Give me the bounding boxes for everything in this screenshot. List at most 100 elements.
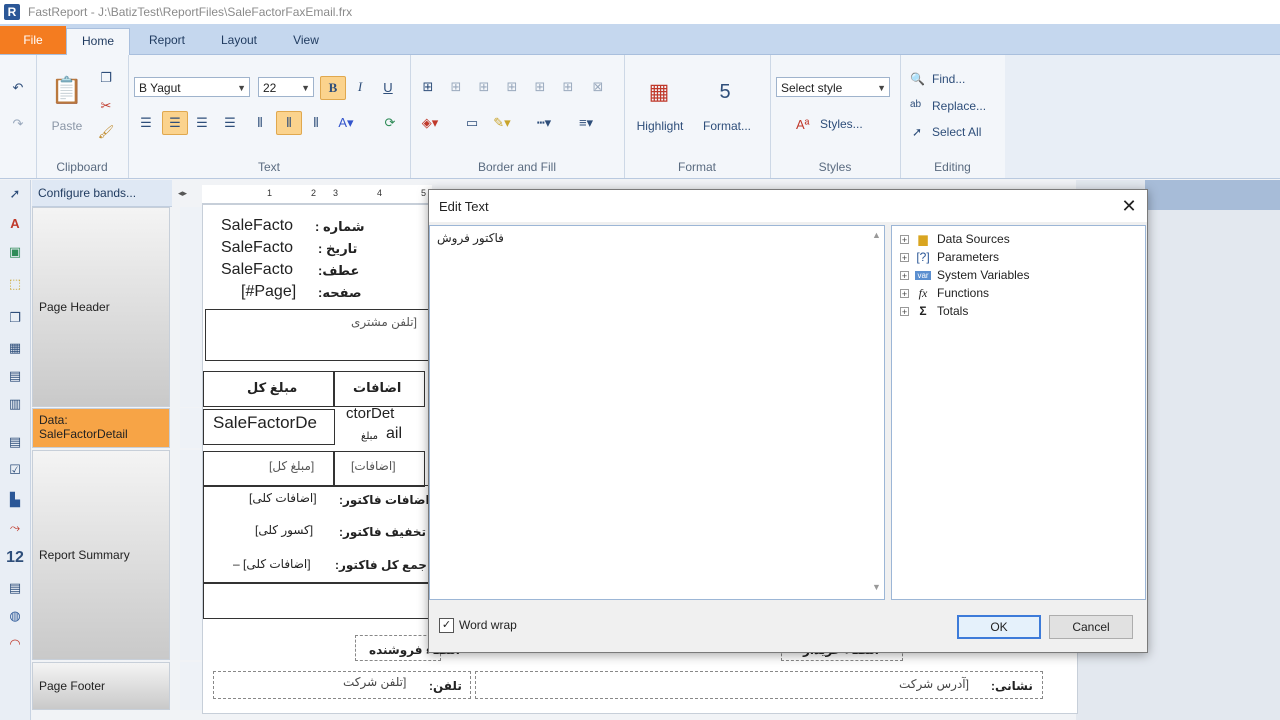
fill-color-icon[interactable]: ◈▾ xyxy=(418,112,442,134)
company-phone-field[interactable]: [تلفن شرکت xyxy=(343,675,406,689)
cancel-button[interactable]: Cancel xyxy=(1049,615,1133,639)
barcode-icon[interactable]: ▥ xyxy=(5,394,25,414)
underline-button[interactable]: U xyxy=(376,76,400,98)
text-rotation-icon[interactable]: ⟳ xyxy=(378,112,402,134)
align-right-icon[interactable]: ☰ xyxy=(190,112,214,134)
gauge-object-icon[interactable]: ◠ xyxy=(5,634,25,654)
tab-home[interactable]: Home xyxy=(66,28,130,56)
factor-total-value[interactable]: [اضافات کلی] – xyxy=(233,557,311,571)
data-field[interactable]: SaleFactorDe xyxy=(213,413,317,433)
tree-item-system-variables[interactable]: + var System Variables xyxy=(900,266,1029,284)
style-select[interactable]: Select style ▼ xyxy=(776,77,890,97)
find-icon[interactable]: 🔍 xyxy=(910,72,925,86)
bold-button[interactable]: B xyxy=(320,76,346,100)
company-address-field[interactable]: [آدرس شرکت xyxy=(899,677,969,691)
valign-top-icon[interactable]: ⫴ xyxy=(248,112,272,134)
data-field[interactable]: ctorDet xyxy=(346,405,394,422)
text-object-icon[interactable]: A xyxy=(5,214,25,234)
format-button[interactable]: Format... xyxy=(694,119,760,133)
close-icon[interactable]: ✕ xyxy=(1117,194,1141,218)
font-color-icon[interactable]: A▾ xyxy=(334,112,358,134)
border-top-icon[interactable]: ⊞ xyxy=(472,76,496,98)
band-page-footer[interactable]: Page Footer xyxy=(32,662,170,710)
checkbox-object-icon[interactable]: ☑ xyxy=(5,460,25,480)
select-all-button[interactable]: Select All xyxy=(932,125,981,139)
subreport-icon[interactable]: ❐ xyxy=(5,308,25,328)
align-center-icon[interactable]: ☰ xyxy=(162,111,188,135)
highlight-icon[interactable]: ▦ xyxy=(642,75,676,109)
border-right-icon[interactable]: ⊞ xyxy=(556,76,580,98)
copy-icon[interactable]: ❐ xyxy=(94,67,118,89)
cut-icon[interactable]: ✂ xyxy=(94,95,118,117)
rich-text-icon[interactable]: ▤ xyxy=(5,432,25,452)
border-bottom-icon[interactable]: ⊞ xyxy=(500,76,524,98)
editor-content[interactable]: فاکتور فروش xyxy=(437,231,504,245)
tree-item-parameters[interactable]: + [?] Parameters xyxy=(900,248,999,266)
border-left-icon[interactable]: ⊞ xyxy=(528,76,552,98)
header-value[interactable]: [#Page] xyxy=(241,283,296,301)
picture-object-icon[interactable]: ▣ xyxy=(5,242,25,262)
header-value[interactable]: SaleFacto xyxy=(221,239,293,257)
tab-report[interactable]: Report xyxy=(136,28,198,54)
font-name-select[interactable]: B Yagut ▼ xyxy=(134,77,250,97)
highlight-button[interactable]: Highlight xyxy=(628,119,692,133)
expand-icon[interactable]: + xyxy=(900,234,909,244)
border-props-icon[interactable]: ⊠ xyxy=(586,76,610,98)
align-left-icon[interactable]: ☰ xyxy=(134,112,158,134)
expand-icon[interactable]: + xyxy=(900,252,909,262)
undo-icon[interactable]: ↶ xyxy=(6,77,30,99)
data-field[interactable]: مبلغ xyxy=(361,431,378,442)
line-width-icon[interactable]: ≡▾ xyxy=(574,112,598,134)
tab-view[interactable]: View xyxy=(276,28,336,54)
table-object-icon[interactable]: ▦ xyxy=(5,338,25,358)
valign-middle-icon[interactable]: ⫴ xyxy=(276,111,302,135)
justify-icon[interactable]: ☰ xyxy=(218,112,242,134)
configure-bands-header[interactable]: Configure bands... xyxy=(32,180,172,207)
customer-phone-field[interactable]: [تلفن مشتری xyxy=(351,315,417,329)
editor-scrollbar[interactable]: ▲ ▼ xyxy=(870,228,884,597)
find-button[interactable]: Find... xyxy=(932,72,965,86)
factor-additions-value[interactable]: [اضافات کلی] xyxy=(249,491,317,505)
word-wrap-checkbox[interactable]: ✓ xyxy=(439,618,454,633)
tab-layout[interactable]: Layout xyxy=(208,28,270,54)
sum-additions-field[interactable]: [اضافات] xyxy=(351,459,396,473)
expand-icon[interactable]: + xyxy=(900,306,909,316)
word-wrap-label[interactable]: Word wrap xyxy=(459,618,517,632)
expand-icon[interactable]: + xyxy=(900,270,909,280)
paste-icon[interactable]: 📋 xyxy=(50,73,84,107)
border-none-icon[interactable]: ⊞ xyxy=(444,76,468,98)
data-field[interactable]: ail xyxy=(386,425,402,443)
expand-icon[interactable]: + xyxy=(900,288,909,298)
paste-button[interactable]: Paste xyxy=(44,119,90,133)
scroll-down-icon[interactable]: ▼ xyxy=(872,582,881,592)
ok-button[interactable]: OK xyxy=(957,615,1041,639)
scroll-up-icon[interactable]: ▲ xyxy=(872,230,881,240)
collapse-arrows-icon[interactable]: ◂▸ xyxy=(178,188,187,199)
styles-button[interactable]: Styles... xyxy=(820,117,863,131)
html-object-icon[interactable]: ▤ xyxy=(5,578,25,598)
map-object-icon[interactable]: ◍ xyxy=(5,606,25,626)
italic-button[interactable]: I xyxy=(348,76,372,98)
tree-item-functions[interactable]: + fx Functions xyxy=(900,284,989,302)
header-value[interactable]: SaleFacto xyxy=(221,217,293,235)
sum-total-field[interactable]: [مبلغ کل] xyxy=(269,459,314,473)
chart-object-icon[interactable]: ▙ xyxy=(5,490,25,510)
header-value[interactable]: SaleFacto xyxy=(221,261,293,279)
tab-file[interactable]: File xyxy=(0,26,66,54)
valign-bottom-icon[interactable]: ⫴ xyxy=(304,112,328,134)
replace-icon[interactable]: ab xyxy=(910,99,921,110)
sparkline-icon[interactable]: ⤳ xyxy=(5,518,25,538)
fill-icon[interactable]: ▭ xyxy=(460,112,484,134)
band-data[interactable]: Data: SaleFactorDetail xyxy=(32,408,170,448)
format-painter-icon[interactable]: 🖌 xyxy=(94,121,118,143)
format-icon[interactable]: 5 xyxy=(708,75,742,109)
matrix-object-icon[interactable]: ▤ xyxy=(5,366,25,386)
text-editor[interactable]: فاکتور فروش ▲ ▼ xyxy=(429,225,885,600)
factor-discount-value[interactable]: [کسور کلی] xyxy=(255,523,313,537)
line-style-icon[interactable]: ┅▾ xyxy=(532,112,556,134)
border-all-icon[interactable]: ⊞ xyxy=(416,76,440,98)
line-color-icon[interactable]: ✎▾ xyxy=(490,112,514,134)
tree-item-data-sources[interactable]: + ▆ Data Sources xyxy=(900,230,1010,248)
pointer-icon[interactable]: ➚ xyxy=(5,184,25,204)
cursor-icon[interactable]: ➚ xyxy=(912,125,922,139)
